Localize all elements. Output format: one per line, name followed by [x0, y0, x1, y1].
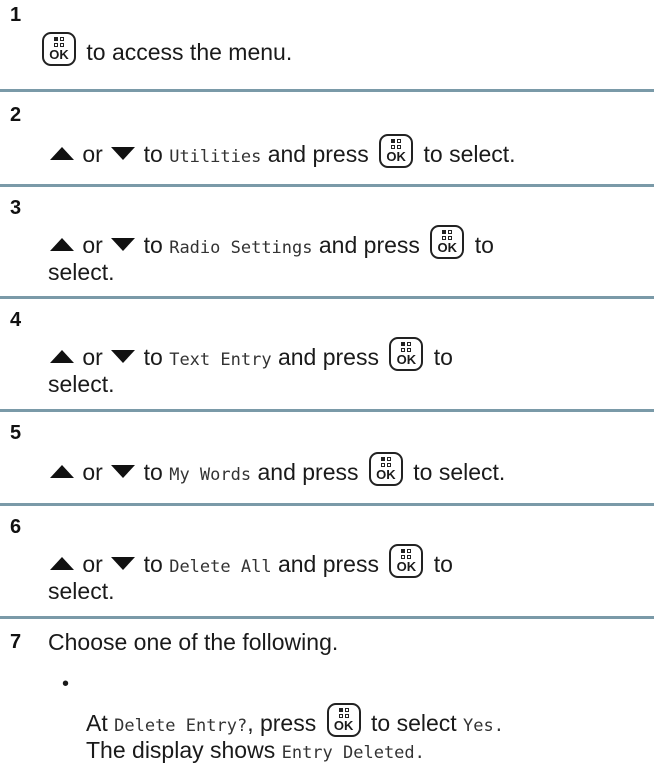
step-text-cont: select. — [48, 371, 115, 397]
up-arrow-icon — [50, 238, 74, 251]
divider — [0, 616, 654, 619]
step-number: 4 — [10, 309, 22, 331]
step-text: or to Radio Settings and press OK to — [48, 225, 494, 263]
result-text: Entry Deleted. — [281, 743, 425, 763]
down-arrow-icon — [111, 238, 136, 251]
bullet-marker: • — [62, 673, 70, 695]
step-number: 7 — [10, 631, 22, 653]
ok-key-icon: OK — [42, 32, 76, 66]
ok-key-icon: OK — [326, 703, 361, 737]
ok-key-icon: OK — [368, 452, 403, 486]
up-arrow-icon — [50, 465, 74, 478]
menu-item: Delete All — [169, 557, 272, 577]
down-arrow-icon — [111, 557, 136, 570]
up-arrow-icon — [50, 557, 74, 570]
prompt-text: Delete Entry? — [114, 716, 248, 736]
step-text: or to Utilities and press OK to select. — [48, 134, 516, 172]
yes-option: Yes. — [463, 716, 504, 736]
ok-key-icon: OK — [389, 544, 424, 578]
step-number: 6 — [10, 516, 22, 538]
step-text: Choose one of the following. — [48, 629, 339, 655]
menu-item: Radio Settings — [169, 238, 313, 258]
ok-key-icon: OK — [389, 337, 424, 371]
down-arrow-icon — [111, 147, 136, 160]
divider — [0, 184, 654, 187]
menu-item: Utilities — [169, 147, 262, 167]
divider — [0, 409, 654, 412]
menu-item: My Words — [169, 465, 252, 485]
up-arrow-icon — [50, 147, 74, 160]
step-number: 5 — [10, 422, 22, 444]
ok-key-icon: OK — [379, 134, 414, 168]
bullet-text-cont: The display shows Entry Deleted. — [86, 737, 425, 763]
step-number: 1 — [10, 4, 22, 26]
down-arrow-icon — [111, 465, 136, 478]
divider — [0, 503, 654, 506]
up-arrow-icon — [50, 350, 74, 363]
step-text-cont: select. — [48, 259, 115, 285]
step-text: OK to access the menu. — [38, 32, 292, 67]
step-number: 2 — [10, 104, 22, 126]
ok-key-icon: OK — [430, 225, 465, 259]
step-text: or to My Words and press OK to select. — [48, 452, 505, 490]
step-number: 3 — [10, 197, 22, 219]
down-arrow-icon — [111, 350, 136, 363]
divider — [0, 296, 654, 299]
divider — [0, 89, 654, 92]
menu-item: Text Entry — [169, 350, 272, 370]
step-text-cont: select. — [48, 578, 115, 604]
